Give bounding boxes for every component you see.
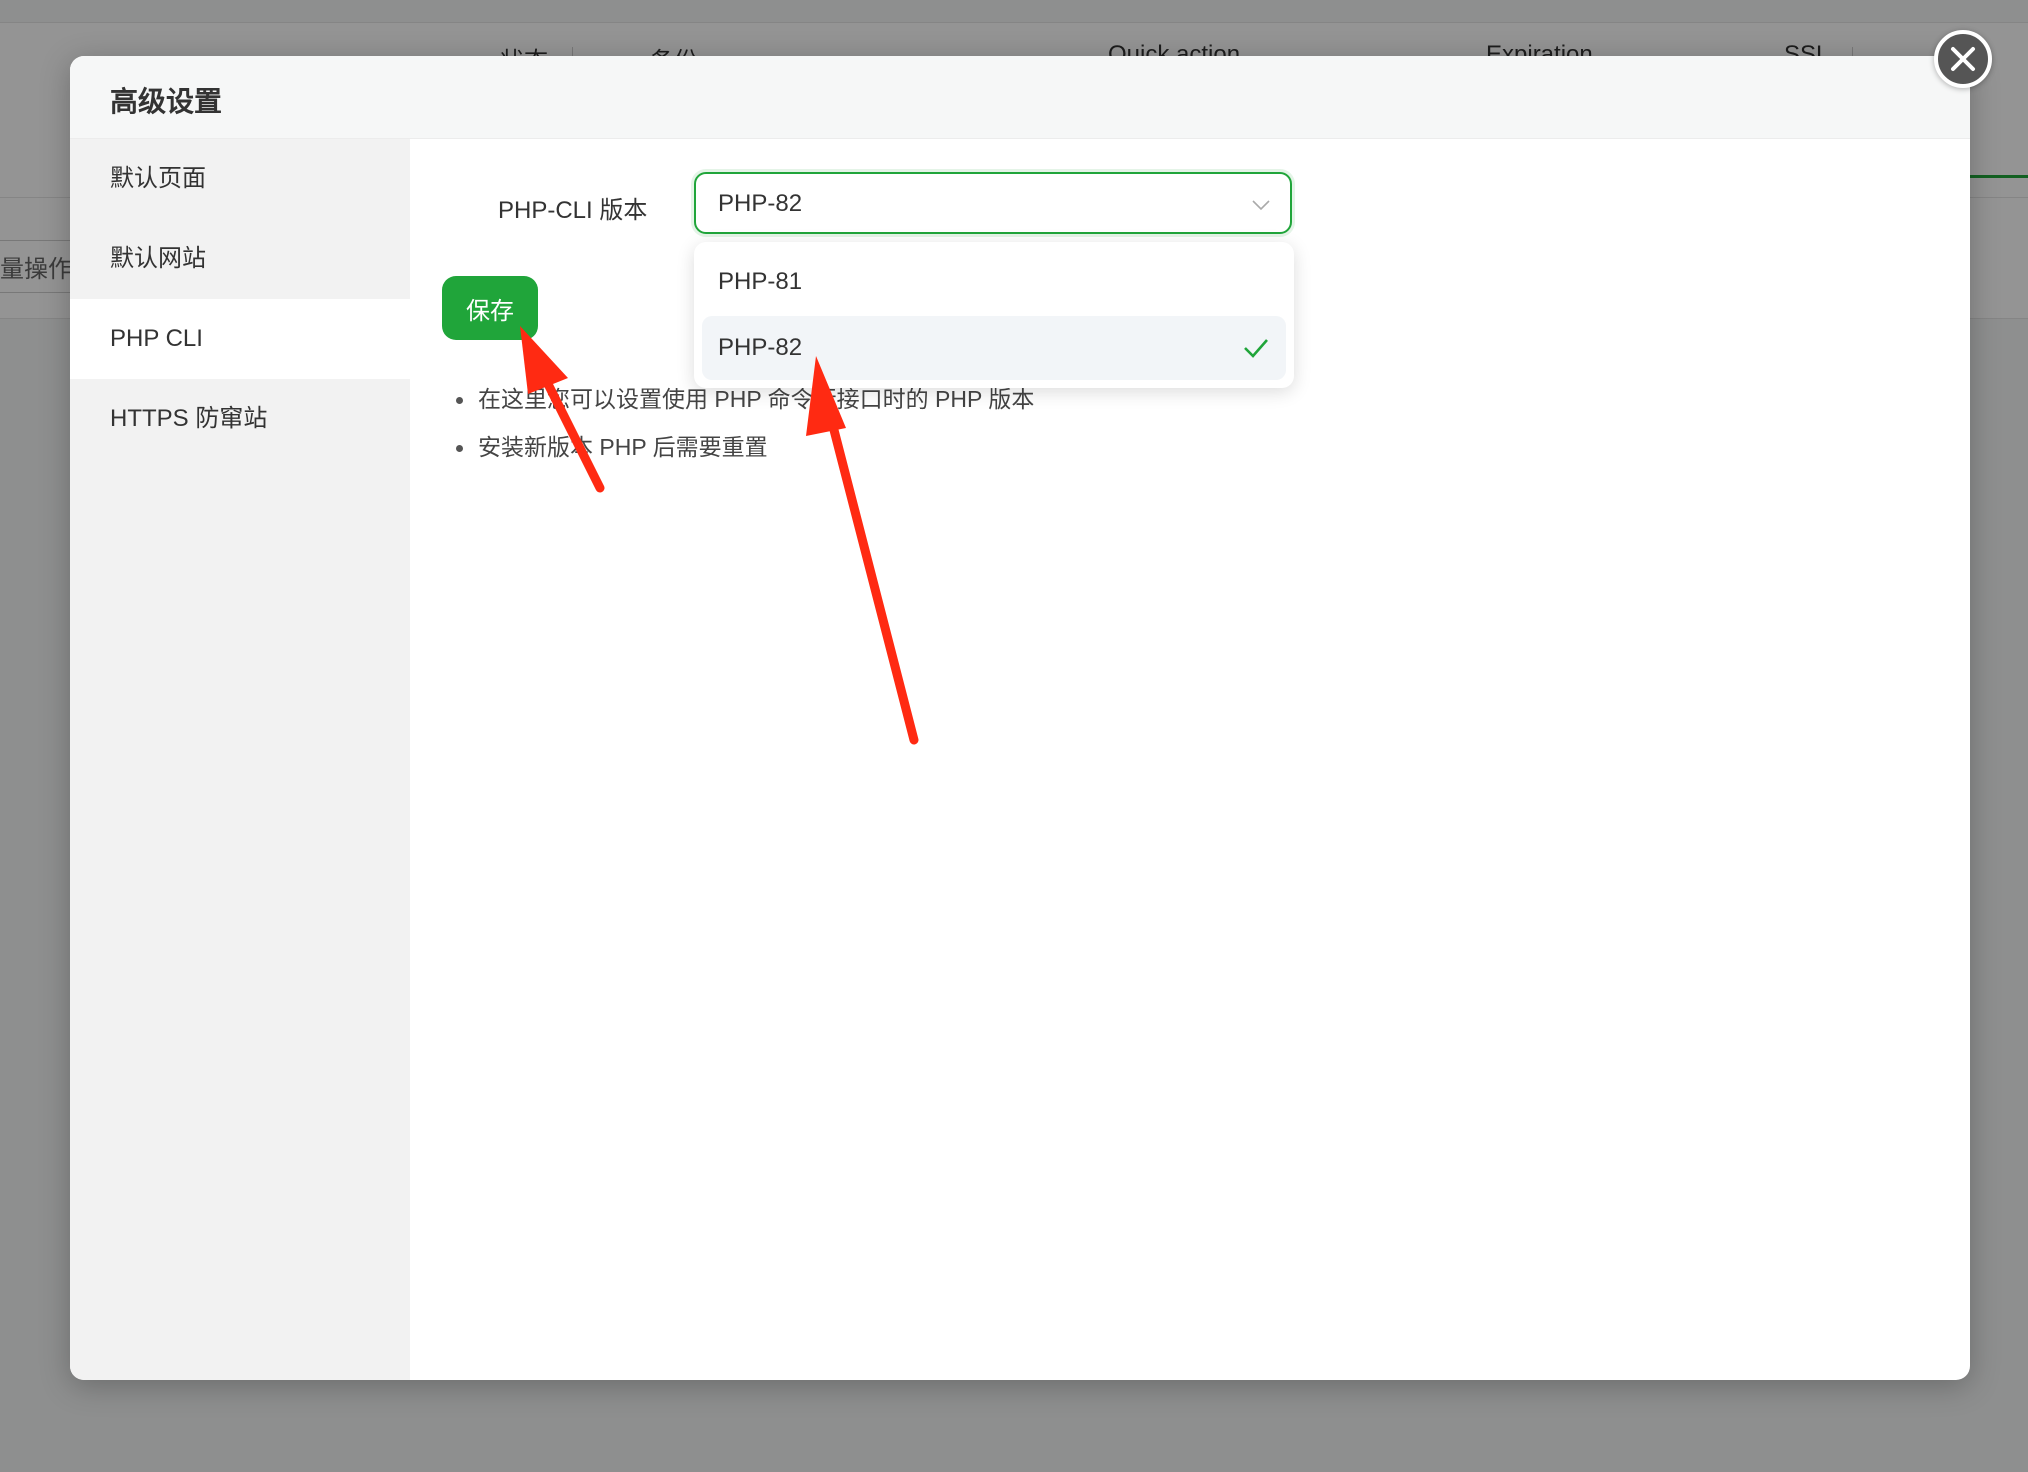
dropdown-option-php-82[interactable]: PHP-82	[702, 316, 1286, 380]
sidebar-item-label: PHP CLI	[110, 325, 203, 352]
option-label: PHP-82	[718, 334, 803, 361]
sidebar-item-label: HTTPS 防窜站	[110, 405, 268, 432]
sidebar-item-default-page[interactable]: 默认页面	[70, 139, 410, 219]
save-button[interactable]: 保存	[442, 276, 538, 340]
sidebar-item-label: 默认网站	[110, 245, 206, 272]
option-label: PHP-81	[718, 268, 803, 295]
sidebar-item-label: 默认页面	[110, 165, 206, 192]
php-cli-version-select[interactable]: PHP-82	[694, 172, 1292, 234]
sidebar-item-php-cli[interactable]: PHP CLI	[70, 299, 410, 379]
tips-list: 在这里您可以设置使用 PHP 命令行接口时的 PHP 版本 安装新版本 PHP …	[452, 382, 1034, 478]
select-value: PHP-82	[718, 190, 803, 217]
check-icon	[1244, 339, 1268, 358]
dialog-title: 高级设置	[110, 86, 223, 117]
close-dialog-button[interactable]	[1934, 30, 1992, 88]
settings-sidebar: 默认页面 默认网站 PHP CLI HTTPS 防窜站	[70, 139, 410, 1380]
php-cli-version-label: PHP-CLI 版本	[498, 197, 648, 224]
tip-item: 在这里您可以设置使用 PHP 命令行接口时的 PHP 版本	[452, 382, 1034, 430]
sidebar-item-https-anti-hijack[interactable]: HTTPS 防窜站	[70, 379, 410, 459]
sidebar-item-default-site[interactable]: 默认网站	[70, 219, 410, 299]
dropdown-option-php-81[interactable]: PHP-81	[702, 250, 1286, 314]
tip-item: 安装新版本 PHP 后需要重置	[452, 430, 1034, 478]
chevron-down-icon	[1252, 200, 1270, 211]
php-version-dropdown: PHP-81 PHP-82	[694, 242, 1294, 388]
close-icon	[1951, 47, 1975, 71]
dialog-header: 高级设置	[70, 56, 1970, 139]
